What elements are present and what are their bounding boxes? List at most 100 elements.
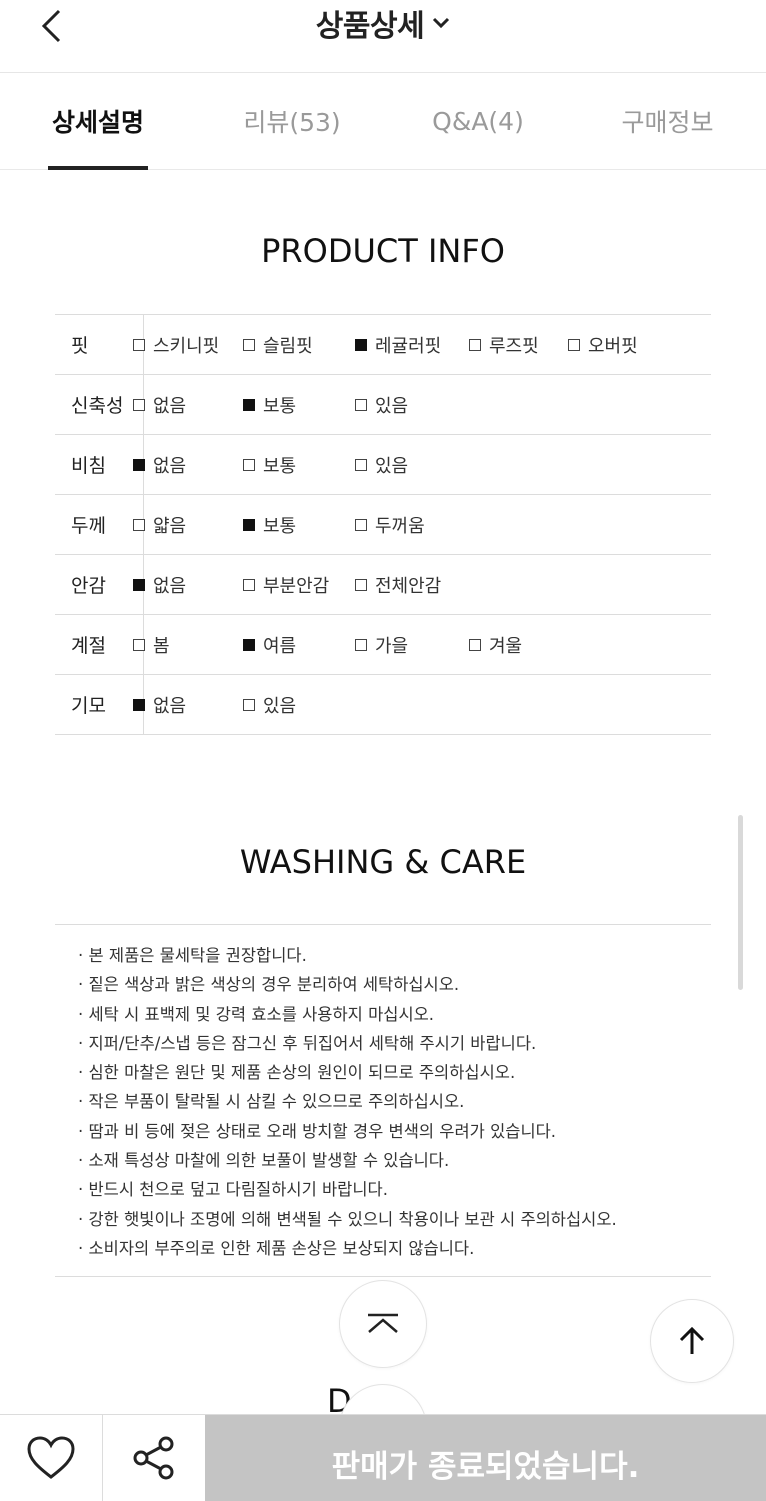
tab-reviews[interactable]: 리뷰(53) — [227, 73, 357, 169]
page-title: 상품상세 — [315, 9, 425, 44]
info-option-label: 봄 — [153, 635, 170, 657]
unchecked-box-icon — [469, 638, 481, 651]
checked-box-icon — [133, 698, 145, 711]
info-option: 봄 — [133, 615, 170, 674]
tab-purchase-info[interactable]: 구매정보 — [610, 73, 725, 169]
care-instruction-item: · 강한 햇빛이나 조명에 의해 변색될 수 있으니 착용이나 보관 시 주의하… — [78, 1209, 617, 1229]
checked-box-icon — [133, 458, 145, 471]
double-chevron-up-icon — [368, 1313, 398, 1333]
info-option-label: 있음 — [263, 695, 297, 717]
info-option: 루즈핏 — [469, 315, 539, 374]
unchecked-box-icon — [355, 578, 367, 591]
share-button[interactable] — [103, 1415, 206, 1501]
info-option-label: 루즈핏 — [489, 335, 539, 357]
info-option-label: 오버핏 — [588, 335, 638, 357]
checked-box-icon — [243, 518, 255, 531]
like-button[interactable] — [0, 1415, 103, 1501]
tab-description[interactable]: 상세설명 — [48, 73, 148, 169]
active-tab-indicator — [48, 166, 148, 170]
unchecked-box-icon — [133, 338, 145, 351]
detail-tabs: 상세설명 리뷰(53) Q&A(4) 구매정보 — [0, 73, 766, 170]
info-option: 보통 — [243, 495, 296, 554]
unchecked-box-icon — [355, 518, 367, 531]
unchecked-box-icon — [355, 398, 367, 411]
heart-icon — [27, 1436, 75, 1479]
unchecked-box-icon — [243, 338, 255, 351]
chevron-down-icon — [433, 17, 450, 29]
care-instruction-item: · 소재 특성상 마찰에 의한 보풀이 발생할 수 있습니다. — [78, 1151, 450, 1171]
unchecked-box-icon — [469, 338, 481, 351]
info-row: 신축성 없음 보통 있음 — [55, 375, 711, 435]
info-option: 가을 — [355, 615, 408, 674]
info-row: 비침 없음 보통 있음 — [55, 435, 711, 495]
care-instruction-item: · 짙은 색상과 밝은 색상의 경우 분리하여 세탁하십시오. — [78, 975, 460, 995]
header: 상품상세 — [0, 0, 766, 73]
unchecked-box-icon — [355, 458, 367, 471]
info-option: 얇음 — [133, 495, 186, 554]
info-row: 계절 봄 여름 가을 겨울 — [55, 615, 711, 675]
info-option-label: 여름 — [263, 635, 297, 657]
info-row-label: 계절 — [55, 615, 144, 674]
care-instruction-item: · 지퍼/단추/스냅 등은 잠그신 후 뒤집어서 세탁해 주시기 바랍니다. — [78, 1033, 537, 1053]
info-option-label: 부분안감 — [263, 575, 330, 597]
checked-box-icon — [243, 398, 255, 411]
info-option-label: 얇음 — [153, 515, 187, 537]
info-option: 오버핏 — [568, 315, 638, 374]
care-instruction-item: · 땀과 비 등에 젖은 상태로 오래 방치할 경우 변색의 우려가 있습니다. — [78, 1121, 557, 1141]
info-row-label: 비침 — [55, 435, 144, 494]
divider — [55, 924, 711, 925]
info-option: 여름 — [243, 615, 296, 674]
unchecked-box-icon — [243, 458, 255, 471]
info-option-label: 없음 — [153, 455, 187, 477]
info-option-label: 가을 — [375, 635, 409, 657]
section-up-button[interactable] — [339, 1280, 427, 1368]
care-instruction-item: · 본 제품은 물세탁을 권장합니다. — [78, 946, 307, 965]
unchecked-box-icon — [243, 698, 255, 711]
unchecked-box-icon — [133, 518, 145, 531]
tab-qna[interactable]: Q&A(4) — [418, 73, 538, 169]
info-option: 없음 — [133, 375, 186, 434]
info-row: 핏 스키니핏 슬림핏 레귤러핏 루즈핏 오버핏 — [55, 315, 711, 375]
washing-care-title: WASHING & CARE — [239, 843, 527, 881]
arrow-up-icon — [679, 1326, 705, 1354]
info-row-label: 두께 — [55, 495, 144, 554]
care-instruction-item: · 소비자의 부주의로 인한 제품 손상은 보상되지 않습니다. — [78, 1238, 475, 1258]
info-option-label: 있음 — [375, 455, 409, 477]
info-option-label: 보통 — [263, 515, 297, 537]
divider — [55, 1276, 711, 1277]
info-option: 겨울 — [469, 615, 522, 674]
info-option: 없음 — [133, 675, 186, 734]
info-row: 기모 없음 있음 — [55, 675, 711, 735]
info-option-label: 없음 — [153, 395, 187, 417]
info-option: 있음 — [355, 375, 408, 434]
unchecked-box-icon — [133, 638, 145, 651]
care-instruction-item: · 심한 마찰은 원단 및 제품 손상의 원인이 되므로 주의하십시오. — [78, 1063, 516, 1083]
checked-box-icon — [243, 638, 255, 651]
info-option: 전체안감 — [355, 555, 441, 614]
info-option-label: 없음 — [153, 575, 187, 597]
bottom-action-bar: 판매가 종료되었습니다. — [0, 1414, 766, 1501]
info-option: 두꺼움 — [355, 495, 425, 554]
info-option: 보통 — [243, 435, 296, 494]
info-option-label: 보통 — [263, 455, 297, 477]
info-option: 있음 — [355, 435, 408, 494]
care-instruction-item: · 작은 부품이 탈락될 시 삼킬 수 있으므로 주의하십시오. — [78, 1092, 465, 1112]
page-title-dropdown[interactable]: 상품상세 — [0, 0, 766, 46]
info-option: 없음 — [133, 435, 186, 494]
info-option-label: 보통 — [263, 395, 297, 417]
info-row: 두께 얇음 보통 두꺼움 — [55, 495, 711, 555]
info-option: 부분안감 — [243, 555, 329, 614]
scrollbar-thumb[interactable] — [738, 815, 743, 990]
info-option-label: 전체안감 — [375, 575, 442, 597]
sold-out-status: 판매가 종료되었습니다. — [205, 1415, 766, 1501]
product-info-title: PRODUCT INFO — [261, 232, 505, 270]
scroll-top-button[interactable] — [650, 1299, 734, 1383]
share-icon — [133, 1436, 174, 1480]
info-option-label: 레귤러핏 — [375, 335, 442, 357]
unchecked-box-icon — [355, 638, 367, 651]
info-row-label: 기모 — [55, 675, 144, 734]
info-option-label: 스키니핏 — [153, 335, 220, 357]
care-instruction-item: · 반드시 천으로 덮고 다림질하시기 바랍니다. — [78, 1180, 388, 1200]
info-option: 스키니핏 — [133, 315, 219, 374]
care-instructions-list: · 본 제품은 물세탁을 권장합니다. · 짙은 색상과 밝은 색상의 경우 분리… — [78, 941, 617, 1263]
